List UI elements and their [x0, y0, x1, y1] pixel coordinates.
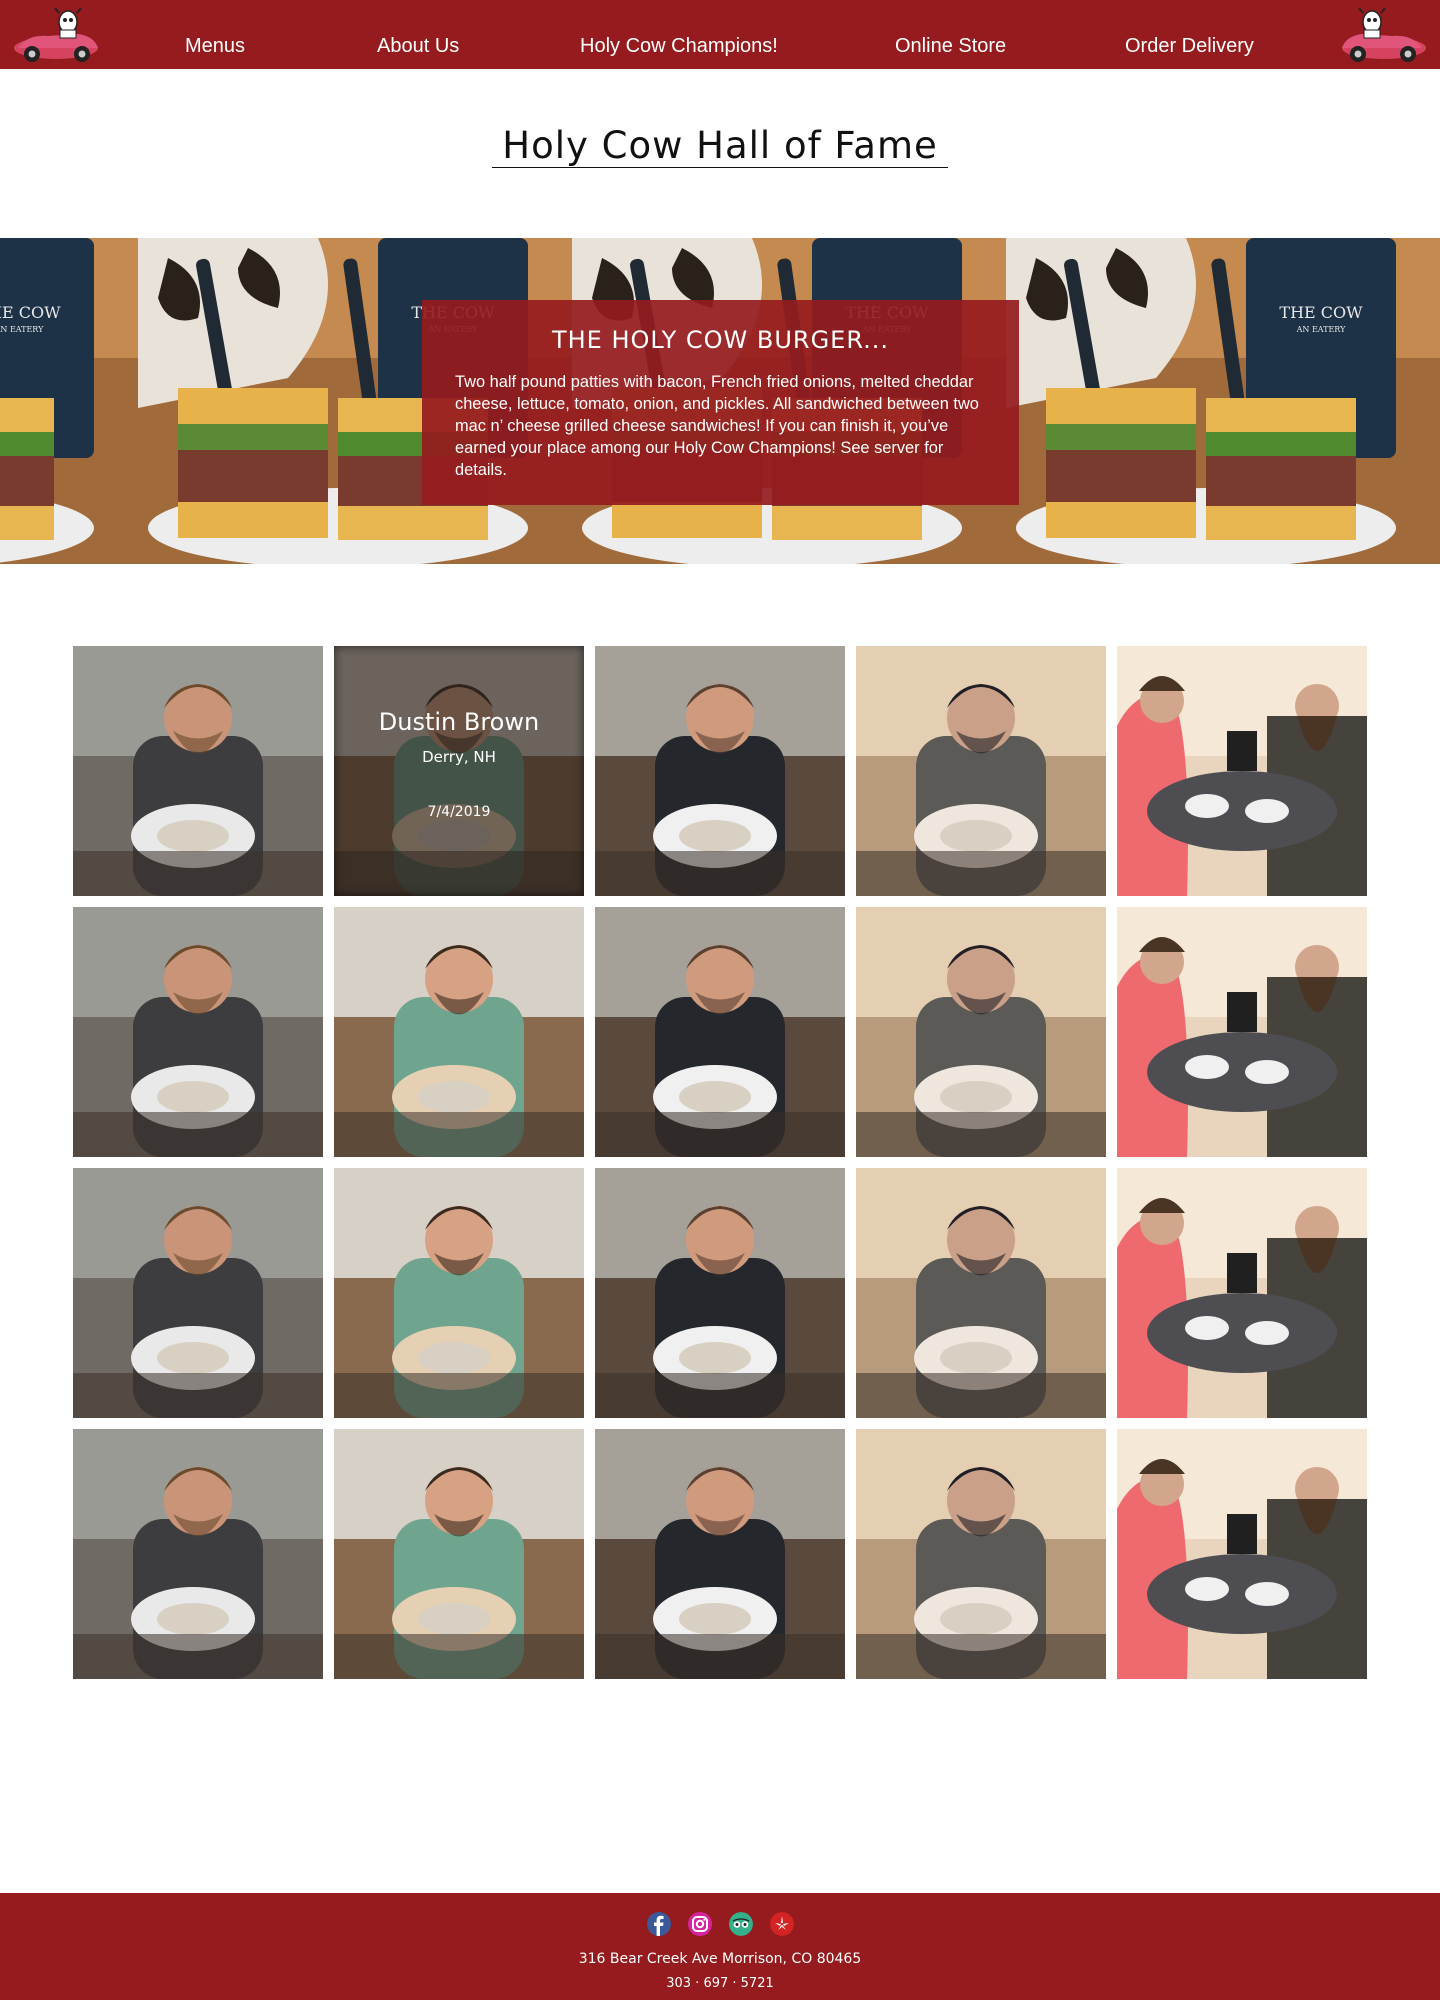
champion-photo-black-shirt[interactable]	[595, 907, 845, 1157]
champion-photo-green-shirt[interactable]: Dustin Brown Derry, NH 7/4/2019	[334, 646, 584, 896]
champion-photo-window-seat[interactable]	[856, 646, 1106, 896]
champion-photo-green-shirt[interactable]	[334, 1429, 584, 1679]
burger-photo: THE COW AN EATERY	[1006, 238, 1440, 564]
champion-photo-cap-beard[interactable]	[73, 907, 323, 1157]
champion-name: Dustin Brown	[378, 708, 540, 736]
champions-gallery: Dustin Brown Derry, NH 7/4/2019	[73, 646, 1367, 1679]
champion-hover-card[interactable]: Dustin Brown Derry, NH 7/4/2019	[334, 646, 584, 896]
nav-item-holy-cow-champions[interactable]: Holy Cow Champions!	[580, 0, 778, 69]
svg-text:AN EATERY: AN EATERY	[1296, 325, 1346, 334]
nav-item-order-delivery[interactable]: Order Delivery	[1125, 0, 1254, 69]
car-cow-logo-icon[interactable]	[1336, 4, 1432, 64]
champion-photo-couple[interactable]	[1117, 646, 1367, 896]
champion-photo-cap-beard[interactable]	[73, 646, 323, 896]
car-cow-logo-icon[interactable]	[8, 4, 104, 64]
top-navigation: Menus About Us Holy Cow Champions! Onlin…	[0, 0, 1440, 69]
champion-photo-couple[interactable]	[1117, 1429, 1367, 1679]
hero-card: THE HOLY COW BURGER... Two half pound pa…	[422, 300, 1019, 505]
nav-item-about-us[interactable]: About Us	[377, 0, 459, 69]
champion-photo-cap-beard[interactable]	[73, 1168, 323, 1418]
champion-photo-window-seat[interactable]	[856, 1429, 1106, 1679]
svg-text:THE COW: THE COW	[0, 303, 61, 322]
instagram-icon[interactable]	[688, 1912, 712, 1936]
champion-date: 7/4/2019	[427, 804, 491, 820]
champion-photo-window-seat[interactable]	[856, 907, 1106, 1157]
champion-photo-window-seat[interactable]	[856, 1168, 1106, 1418]
hero-title: THE HOLY COW BURGER...	[551, 326, 890, 354]
burger-photo: THE COW AN EATERY	[0, 238, 138, 564]
page-title: Holy Cow Hall of Fame	[0, 124, 1440, 168]
svg-text:AN EATERY: AN EATERY	[0, 325, 44, 334]
champion-photo-black-shirt[interactable]	[595, 1429, 845, 1679]
tripadvisor-icon[interactable]	[729, 1912, 753, 1936]
nav-item-online-store[interactable]: Online Store	[895, 0, 1006, 69]
champion-photo-cap-beard[interactable]	[73, 1429, 323, 1679]
champion-photo-couple[interactable]	[1117, 907, 1367, 1157]
footer: 316 Bear Creek Ave Morrison, CO 80465 30…	[0, 1893, 1440, 2000]
champion-photo-black-shirt[interactable]	[595, 1168, 845, 1418]
champion-photo-green-shirt[interactable]	[334, 907, 584, 1157]
champion-photo-green-shirt[interactable]	[334, 1168, 584, 1418]
champion-photo-couple[interactable]	[1117, 1168, 1367, 1418]
yelp-icon[interactable]	[770, 1912, 794, 1936]
footer-phone: 303 · 697 · 5721	[666, 1976, 774, 1991]
champion-location: Derry, NH	[422, 748, 496, 766]
svg-text:THE COW: THE COW	[1279, 303, 1363, 322]
champion-photo-black-shirt[interactable]	[595, 646, 845, 896]
facebook-icon[interactable]	[647, 1912, 671, 1936]
hero-description: Two half pound patties with bacon, Frenc…	[455, 373, 979, 479]
footer-address: 316 Bear Creek Ave Morrison, CO 80465	[578, 1951, 862, 1967]
nav-item-menus[interactable]: Menus	[185, 0, 245, 69]
